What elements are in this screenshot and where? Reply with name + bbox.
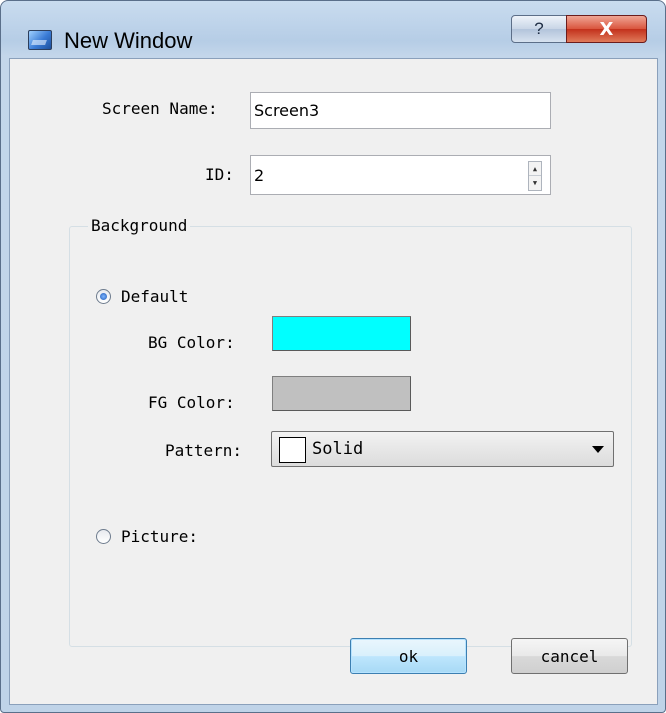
- spin-up-icon[interactable]: ▲: [529, 162, 541, 176]
- window-icon: [28, 30, 52, 50]
- default-radio-label[interactable]: Default: [121, 287, 188, 306]
- pattern-label: Pattern:: [165, 441, 243, 460]
- cancel-button-label: cancel: [540, 646, 599, 666]
- picture-radio[interactable]: [96, 529, 111, 544]
- id-spinbox-input[interactable]: [250, 155, 551, 195]
- bg-color-button[interactable]: [272, 316, 411, 351]
- pattern-swatch: [279, 437, 306, 463]
- pattern-selected-value: Solid: [312, 439, 364, 459]
- ok-button-label: ok: [398, 646, 419, 666]
- screen-name-label: Screen Name:: [102, 99, 218, 118]
- id-spin-buttons[interactable]: ▲ ▼: [528, 161, 542, 191]
- pattern-dropdown[interactable]: Solid: [271, 431, 614, 467]
- cancel-button[interactable]: cancel: [511, 638, 628, 674]
- help-button[interactable]: ?: [511, 15, 567, 43]
- fg-color-button[interactable]: [272, 376, 411, 411]
- fg-color-label: FG Color:: [148, 393, 235, 412]
- chevron-down-icon[interactable]: [592, 446, 604, 453]
- screen-name-input[interactable]: [250, 92, 551, 129]
- id-label: ID:: [205, 165, 234, 184]
- window-title: New Window: [64, 28, 193, 53]
- background-group-title: Background: [88, 216, 191, 235]
- close-icon: X: [599, 18, 614, 40]
- dialog-client-area: Screen Name: ID: ▲ ▼ Background Default …: [9, 58, 658, 705]
- bg-color-label: BG Color:: [148, 333, 235, 352]
- close-button[interactable]: X: [566, 15, 647, 43]
- title-bar[interactable]: New Window ? X: [1, 1, 665, 59]
- new-window-dialog: New Window ? X Screen Name: ID: ▲ ▼ Back…: [0, 0, 666, 713]
- default-radio[interactable]: [96, 289, 111, 304]
- spin-down-icon[interactable]: ▼: [529, 176, 541, 190]
- question-mark-icon: ?: [534, 19, 544, 38]
- ok-button[interactable]: ok: [350, 638, 467, 674]
- picture-radio-label[interactable]: Picture:: [121, 527, 198, 546]
